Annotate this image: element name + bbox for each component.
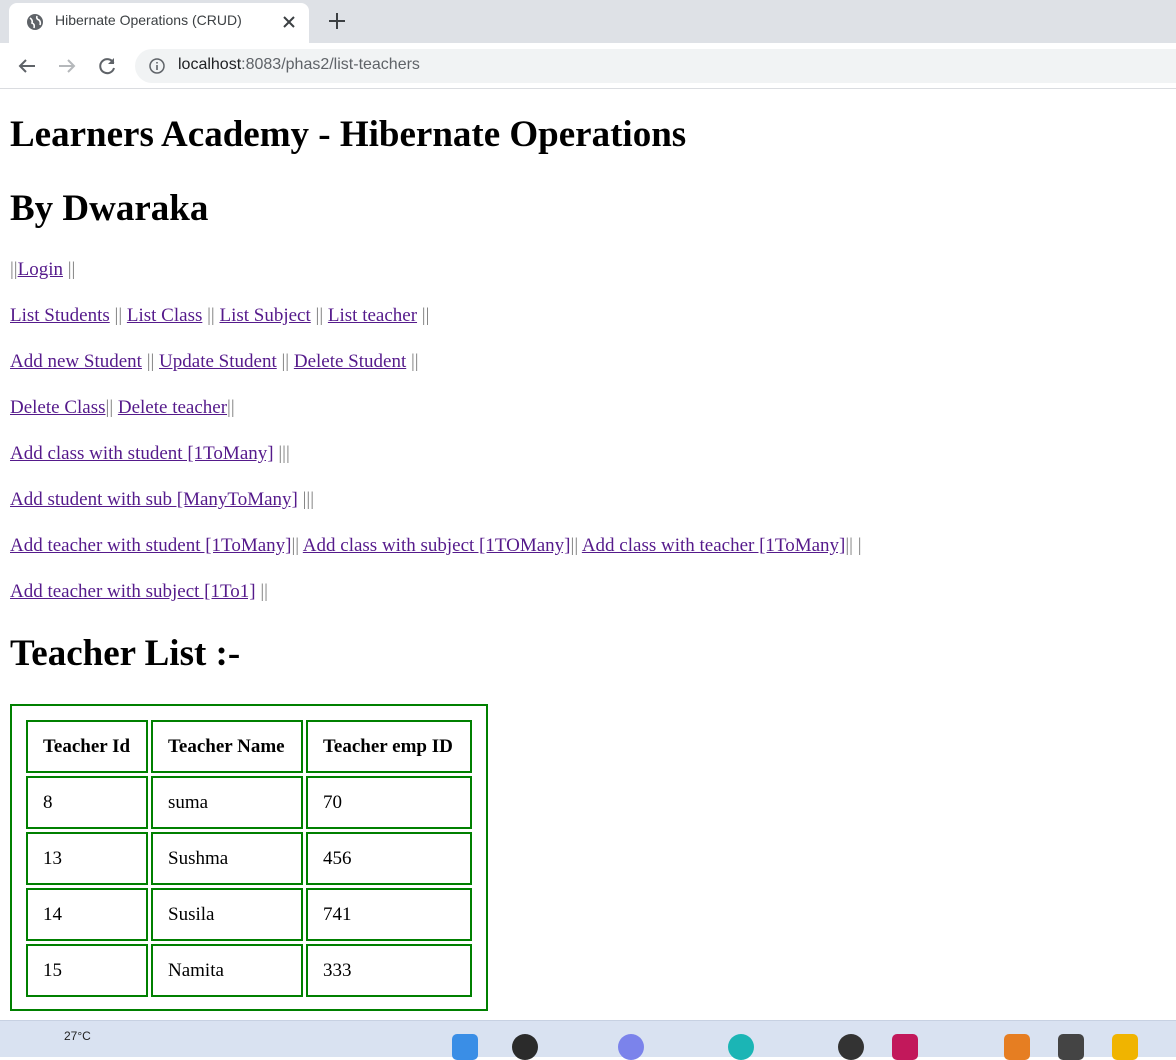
login-line: ||Login || [10,259,75,281]
nav-link-add-class-with-subject-1tomany[interactable]: Add class with subject [1TOMany] [303,535,571,556]
tab-title: Hibernate Operations (CRUD) [55,12,242,28]
nav-link-list-students[interactable]: List Students [10,305,110,326]
close-icon[interactable] [279,12,299,32]
info-icon[interactable] [149,58,165,74]
table-header-row: Teacher Id Teacher Name Teacher emp ID [26,720,472,773]
nav-line: Add class with student [1ToMany] ||| [10,443,290,465]
table-row: 13 Sushma 456 [26,832,472,885]
cell-teacher-emp-id: 456 [306,832,472,885]
back-icon[interactable] [15,54,39,78]
separator: || [276,351,294,372]
url-host: localhost [178,56,242,73]
nav-link-add-teacher-with-subject-1to1[interactable]: Add teacher with subject [1To1] [10,581,256,602]
nav-link-delete-class[interactable]: Delete Class [10,397,106,418]
search-icon[interactable] [512,1034,538,1060]
nav-line: Add student with sub [ManyToMany] ||| [10,489,314,511]
separator: || [141,351,160,372]
separator: || [570,535,582,556]
mail-icon[interactable] [892,1034,918,1060]
header-teacher-emp-id: Teacher emp ID [306,720,472,773]
edge-icon[interactable] [728,1034,754,1060]
new-tab-icon[interactable] [326,10,348,32]
nav-link-delete-teacher[interactable]: Delete teacher [118,397,227,418]
nav-line: Add teacher with subject [1To1] || [10,581,268,603]
nav-link-add-teacher-with-student-1tomany[interactable]: Add teacher with student [1ToMany] [10,535,291,556]
nav-link-update-student[interactable]: Update Student [159,351,277,372]
browser-tab[interactable]: Hibernate Operations (CRUD) [9,3,309,43]
cell-teacher-emp-id: 741 [306,888,472,941]
cell-teacher-name: Susila [151,888,303,941]
nav-link-list-subject[interactable]: List Subject [219,305,310,326]
teams-icon[interactable] [618,1034,644,1060]
github-icon[interactable] [838,1034,864,1060]
separator: || [10,259,18,280]
forward-icon[interactable] [55,54,79,78]
teacher-table-frame: Teacher Id Teacher Name Teacher emp ID 8… [10,704,488,1011]
teacher-list-heading: Teacher List :- [10,633,241,674]
nav-link-list-class[interactable]: List Class [127,305,202,326]
separator: || [109,305,127,326]
nav-line: Add new Student || Update Student || Del… [10,351,419,373]
table-row: 15 Namita 333 [26,944,472,997]
nav-link-add-new-student[interactable]: Add new Student [10,351,142,372]
table-row: 14 Susila 741 [26,888,472,941]
teacher-table: Teacher Id Teacher Name Teacher emp ID 8… [23,717,475,1000]
separator: || [310,305,328,326]
nav-line: List Students || List Class || List Subj… [10,305,429,327]
nav-link-delete-student[interactable]: Delete Student [294,351,406,372]
page-title: Learners Academy - Hibernate Operations [10,114,687,155]
url-path: :8083/phas2/list-teachers [241,56,420,73]
globe-icon [27,14,43,30]
explorer-icon[interactable] [1112,1034,1138,1060]
address-bar[interactable]: localhost:8083/phas2/list-teachers [135,49,1176,83]
cell-teacher-name: Sushma [151,832,303,885]
cell-teacher-id: 14 [26,888,148,941]
nav-link-add-class-with-teacher-1tomany[interactable]: Add class with teacher [1ToMany] [582,535,846,556]
nav-link-add-class-with-student-1tomany[interactable]: Add class with student [1ToMany] [10,443,274,464]
nav-link-list-teacher[interactable]: List teacher [328,305,417,326]
separator: || [202,305,220,326]
separator: ||| [273,443,290,464]
separator: || | [845,535,862,556]
weather-text: 27°C [64,1029,91,1043]
cell-teacher-id: 13 [26,832,148,885]
header-teacher-name: Teacher Name [151,720,303,773]
cell-teacher-name: suma [151,776,303,829]
cell-teacher-id: 15 [26,944,148,997]
header-teacher-id: Teacher Id [26,720,148,773]
cell-teacher-id: 8 [26,776,148,829]
cell-teacher-name: Namita [151,944,303,997]
separator: || [63,259,76,280]
nav-link-add-student-with-sub-manytomany[interactable]: Add student with sub [ManyToMany] [10,489,298,510]
cell-teacher-emp-id: 333 [306,944,472,997]
reload-icon[interactable] [95,54,119,78]
nav-line: Add teacher with student [1ToMany]|| Add… [10,535,862,557]
os-taskbar: 27°C [0,1020,1176,1060]
login-link[interactable]: Login [18,259,63,280]
start-icon[interactable] [452,1034,478,1060]
browser-tabstrip: Hibernate Operations (CRUD) [0,0,1176,43]
separator: || [105,397,118,418]
separator: || [406,351,419,372]
table-row: 8 suma 70 [26,776,472,829]
cell-teacher-emp-id: 70 [306,776,472,829]
separator: || [227,397,235,418]
separator: || [255,581,268,602]
terminal-icon[interactable] [1058,1034,1084,1060]
separator: || [291,535,303,556]
separator: || [417,305,430,326]
nav-line: Delete Class|| Delete teacher|| [10,397,235,419]
separator: ||| [297,489,315,510]
app-icon[interactable] [1004,1034,1030,1060]
page-author: By Dwaraka [10,188,209,229]
browser-toolbar: localhost:8083/phas2/list-teachers [0,43,1176,89]
url-text: localhost:8083/phas2/list-teachers [178,56,420,74]
